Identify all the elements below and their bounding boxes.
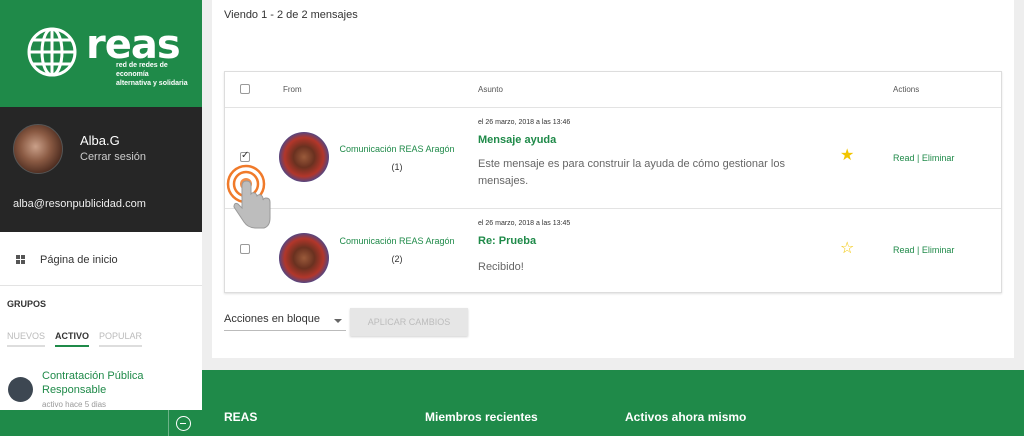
pagination-count: Viendo 1 - 2 de 2 mensajes bbox=[224, 9, 358, 21]
messages-panel: Viendo 1 - 2 de 2 mensajes From Asunto A… bbox=[212, 0, 1014, 358]
group-activity: activo hace 5 dias bbox=[42, 400, 107, 409]
star-outline-icon[interactable]: ☆ bbox=[840, 238, 854, 257]
column-subject: Asunto bbox=[478, 85, 503, 94]
logout-link[interactable]: Cerrar sesión bbox=[80, 151, 146, 163]
actions-separator: | bbox=[917, 245, 920, 255]
bulk-actions-value: Acciones en bloque bbox=[224, 313, 321, 325]
message-checkbox[interactable] bbox=[240, 244, 250, 254]
message-excerpt: Recibido! bbox=[478, 261, 524, 273]
thread-count: (2) bbox=[391, 254, 403, 264]
sender-link[interactable]: Comunicación REAS Aragón bbox=[337, 236, 457, 246]
user-name[interactable]: Alba.G bbox=[80, 133, 120, 148]
footer-heading-recent-members: Miembros recientes bbox=[425, 410, 538, 424]
read-link[interactable]: Read bbox=[893, 245, 915, 255]
message-excerpt: Este mensaje es para construir la ayuda … bbox=[478, 158, 785, 187]
sidebar-item-home[interactable]: Página de inicio bbox=[0, 232, 202, 286]
sender-avatar[interactable] bbox=[279, 132, 329, 182]
avatar[interactable] bbox=[13, 124, 63, 174]
delete-link[interactable]: Eliminar bbox=[922, 245, 955, 255]
read-link[interactable]: Read bbox=[893, 153, 915, 163]
brand-header[interactable]: reas red de redes de economía alternativ… bbox=[0, 0, 202, 107]
sender-link[interactable]: Comunicación REAS Aragón bbox=[337, 144, 457, 154]
footer-heading-active-now: Activos ahora mismo bbox=[625, 410, 747, 424]
collapse-icon[interactable] bbox=[176, 416, 191, 431]
message-date: el 26 marzo, 2018 a las 13:46 bbox=[478, 119, 571, 126]
table-header: From Asunto Actions bbox=[225, 72, 1001, 108]
apply-changes-button[interactable]: APLICAR CAMBIOS bbox=[350, 308, 468, 336]
message-date: el 26 marzo, 2018 a las 13:45 bbox=[478, 220, 571, 227]
thread-count: (1) bbox=[391, 162, 403, 172]
sidebar-item-label: Página de inicio bbox=[40, 254, 118, 266]
message-subject-link[interactable]: Re: Prueba bbox=[478, 235, 536, 247]
column-actions: Actions bbox=[893, 85, 920, 94]
sidebar-toggle-bar bbox=[0, 410, 202, 436]
group-avatar[interactable] bbox=[8, 377, 33, 402]
bulk-actions-select[interactable]: Acciones en bloque bbox=[224, 313, 346, 331]
brand-tagline-line1: red de redes de economía bbox=[116, 62, 168, 78]
tab-activo[interactable]: ACTIVO bbox=[55, 331, 90, 347]
row-actions: Read | Eliminar bbox=[893, 153, 954, 163]
chevron-down-icon bbox=[334, 319, 342, 323]
actions-separator: | bbox=[917, 153, 920, 163]
user-panel: Alba.G Cerrar sesión alba@resonpublicida… bbox=[0, 107, 202, 232]
groups-tabs: NUEVOS ACTIVO POPULAR bbox=[7, 331, 143, 347]
select-all-checkbox[interactable] bbox=[240, 84, 250, 94]
brand-tagline: red de redes de economía alternativa y s… bbox=[116, 61, 196, 88]
footer: REAS Miembros recientes Activos ahora mi… bbox=[202, 370, 1024, 436]
sender-avatar[interactable] bbox=[279, 233, 329, 283]
tab-nuevos[interactable]: NUEVOS bbox=[7, 331, 46, 347]
message-subject-link[interactable]: Mensaje ayuda bbox=[478, 134, 556, 146]
tab-popular[interactable]: POPULAR bbox=[99, 331, 143, 347]
globe-logo-icon bbox=[27, 27, 77, 77]
table-row[interactable]: Comunicación REAS Aragón (1) el 26 marzo… bbox=[225, 108, 1001, 209]
brand-tagline-line2: alternativa y solidaria bbox=[116, 80, 188, 87]
sidebar: reas red de redes de economía alternativ… bbox=[0, 0, 202, 436]
footer-heading-reas: REAS bbox=[224, 410, 258, 424]
grid-icon bbox=[16, 255, 25, 264]
table-row[interactable]: Comunicación REAS Aragón (2) el 26 marzo… bbox=[225, 209, 1001, 293]
row-actions: Read | Eliminar bbox=[893, 245, 954, 255]
tap-hand-icon bbox=[226, 164, 271, 229]
column-from: From bbox=[283, 85, 302, 94]
groups-heading: GRUPOS bbox=[7, 299, 47, 309]
user-email: alba@resonpublicidad.com bbox=[13, 198, 146, 210]
messages-table: From Asunto Actions Comunicación REAS Ar… bbox=[224, 71, 1002, 293]
delete-link[interactable]: Eliminar bbox=[922, 153, 955, 163]
group-title-link[interactable]: Contratación Pública Responsable bbox=[42, 369, 192, 397]
star-filled-icon[interactable]: ★ bbox=[840, 145, 854, 164]
divider bbox=[168, 410, 169, 436]
